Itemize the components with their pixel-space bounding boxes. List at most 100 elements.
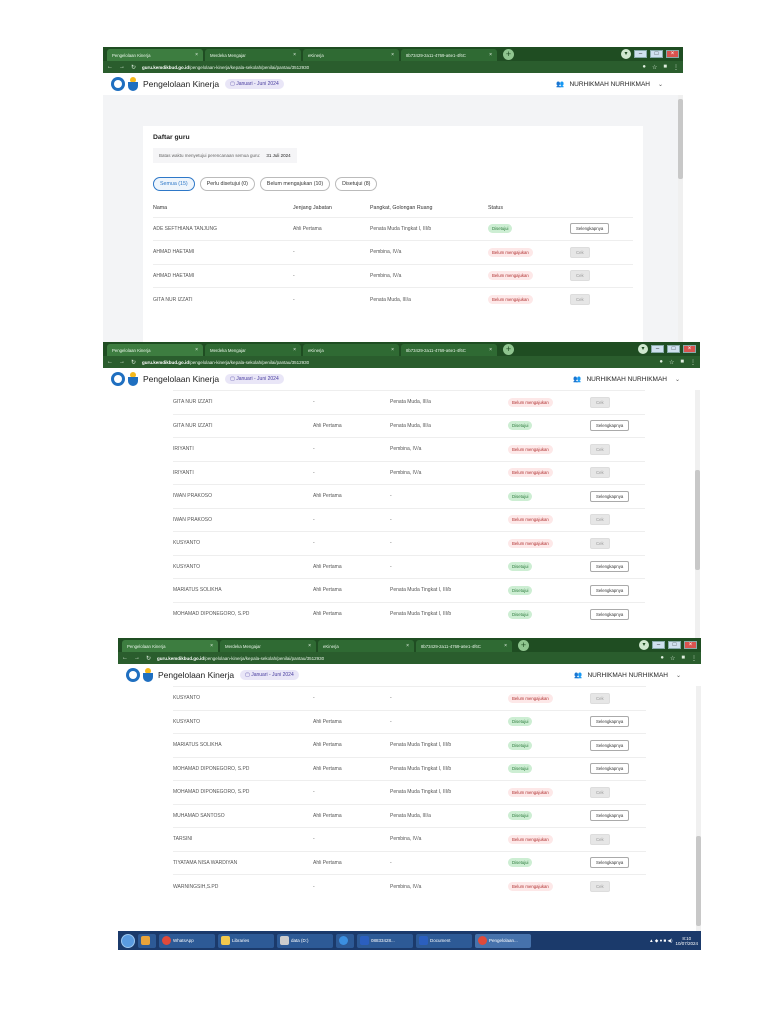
taskbar-item[interactable] xyxy=(336,933,354,948)
user-menu[interactable]: 👥 NURHIKMAH NURHIKMAH ⌄ xyxy=(573,375,680,384)
close-icon[interactable]: × xyxy=(489,347,492,353)
close-icon[interactable]: × xyxy=(210,643,213,649)
check-button[interactable]: Cek xyxy=(590,833,610,845)
detail-button[interactable]: Selengkapnya xyxy=(590,716,630,728)
filter-approved[interactable]: Disetujui (8) xyxy=(335,177,378,191)
filter-all[interactable]: Semua (15) xyxy=(153,177,195,191)
check-button[interactable]: Cek xyxy=(590,443,610,455)
check-button[interactable]: Cek xyxy=(570,270,590,282)
user-menu[interactable]: 👥 NURHIKMAH NURHIKMAH ⌄ xyxy=(574,671,681,680)
minimize-button[interactable]: – xyxy=(651,345,664,353)
detail-button[interactable]: Selengkapnya xyxy=(590,810,630,822)
close-icon[interactable]: × xyxy=(293,347,296,353)
check-button[interactable]: Cek xyxy=(590,537,610,549)
browser-tab[interactable]: 8b73429-2a11-4769-a6e1-4f6C × xyxy=(401,49,497,61)
close-icon[interactable]: × xyxy=(195,347,198,353)
period-badge[interactable]: ▢ Januari - Juni 2024 xyxy=(225,374,284,384)
taskbar-item[interactable]: WhatsApp xyxy=(159,933,215,948)
maximize-button[interactable]: □ xyxy=(668,641,681,649)
check-button[interactable]: Cek xyxy=(570,246,590,258)
forward-icon[interactable]: → xyxy=(119,64,125,70)
detail-button[interactable]: Selengkapnya xyxy=(590,584,630,596)
browser-tab[interactable]: Pengelolaan Kinerja × xyxy=(107,49,203,61)
back-icon[interactable]: ← xyxy=(107,64,113,70)
detail-button[interactable]: Selengkapnya xyxy=(590,763,630,775)
taskbar-item[interactable]: Libraries xyxy=(218,933,274,948)
close-icon[interactable]: × xyxy=(391,347,394,353)
close-icon[interactable]: × xyxy=(504,643,507,649)
period-badge[interactable]: ▢ Januari - Juni 2024 xyxy=(225,79,284,89)
maximize-button[interactable]: □ xyxy=(650,50,663,58)
close-window-button[interactable]: × xyxy=(666,50,679,58)
detail-button[interactable]: Selengkapnya xyxy=(590,490,630,502)
scrollbar[interactable] xyxy=(696,686,701,931)
maximize-button[interactable]: □ xyxy=(667,345,680,353)
check-button[interactable]: Cek xyxy=(590,692,610,704)
url-field[interactable]: guru.kemdikbud.go.id/pengelolaan-kinerja… xyxy=(142,65,636,70)
close-window-button[interactable]: × xyxy=(683,345,696,353)
forward-icon[interactable]: → xyxy=(134,655,140,661)
minimize-button[interactable]: – xyxy=(634,50,647,58)
new-tab-button[interactable]: + xyxy=(503,344,514,355)
extensions-icon[interactable]: ■ xyxy=(663,64,667,71)
chevron-down-icon[interactable]: ▾ xyxy=(621,49,631,59)
minimize-button[interactable]: – xyxy=(652,641,665,649)
check-button[interactable]: Cek xyxy=(570,294,590,305)
chevron-down-icon[interactable]: ▾ xyxy=(639,640,649,650)
detail-button[interactable]: Selengkapnya xyxy=(590,420,630,432)
eye-icon[interactable]: ● xyxy=(659,359,663,366)
menu-icon[interactable]: ⋮ xyxy=(691,655,697,662)
close-icon[interactable]: × xyxy=(489,52,492,58)
browser-tab[interactable]: 8b73429-2a11-4769-a6e1-4f6C × xyxy=(401,344,497,356)
browser-tab[interactable]: 8b73429-2a11-4769-a6e1-4f6C × xyxy=(416,640,512,652)
period-badge[interactable]: ▢ Januari - Juni 2024 xyxy=(240,670,299,680)
check-button[interactable]: Cek xyxy=(590,396,610,408)
browser-tab[interactable]: eKinerja × xyxy=(303,49,399,61)
star-icon[interactable]: ☆ xyxy=(669,359,674,366)
taskbar-item[interactable] xyxy=(138,933,156,948)
close-icon[interactable]: × xyxy=(308,643,311,649)
taskbar-item[interactable]: Document xyxy=(416,933,472,948)
browser-tab[interactable]: Pengelolaan Kinerja × xyxy=(107,344,203,356)
menu-icon[interactable]: ⋮ xyxy=(690,359,696,366)
menu-icon[interactable]: ⋮ xyxy=(673,64,679,71)
check-button[interactable]: Cek xyxy=(590,467,610,479)
browser-tab[interactable]: Merdeka Mengajar × xyxy=(205,344,301,356)
close-window-button[interactable]: × xyxy=(684,641,697,649)
eye-icon[interactable]: ● xyxy=(642,64,646,71)
close-icon[interactable]: × xyxy=(406,643,409,649)
scrollbar[interactable] xyxy=(678,95,683,343)
reload-icon[interactable]: ↻ xyxy=(131,64,136,71)
detail-button[interactable]: Selengkapnya xyxy=(590,739,630,751)
new-tab-button[interactable]: + xyxy=(518,640,529,651)
chevron-down-icon[interactable]: ▾ xyxy=(638,344,648,354)
check-button[interactable]: Cek xyxy=(590,881,610,892)
detail-button[interactable]: Selengkapnya xyxy=(590,608,630,620)
scrollbar[interactable] xyxy=(695,390,700,638)
browser-tab[interactable]: Merdeka Mengajar × xyxy=(220,640,316,652)
browser-tab[interactable]: Pengelolaan Kinerja × xyxy=(122,640,218,652)
back-icon[interactable]: ← xyxy=(107,359,113,365)
taskbar-item[interactable]: Pengelolaan... xyxy=(475,933,531,948)
url-field[interactable]: guru.kemdikbud.go.id/pengelolaan-kinerja… xyxy=(157,656,654,661)
start-button[interactable] xyxy=(121,933,135,948)
url-field[interactable]: guru.kemdikbud.go.id/pengelolaan-kinerja… xyxy=(142,360,653,365)
new-tab-button[interactable]: + xyxy=(503,49,514,60)
detail-button[interactable]: Selengkapnya xyxy=(590,561,630,573)
check-button[interactable]: Cek xyxy=(590,514,610,526)
browser-tab[interactable]: Merdeka Mengajar × xyxy=(205,49,301,61)
filter-need-approval[interactable]: Perlu disetujui (0) xyxy=(199,177,255,191)
extensions-icon[interactable]: ■ xyxy=(681,655,685,662)
back-icon[interactable]: ← xyxy=(122,655,128,661)
extensions-icon[interactable]: ■ xyxy=(680,359,684,366)
detail-button[interactable]: Selengkapnya xyxy=(590,857,630,869)
close-icon[interactable]: × xyxy=(391,52,394,58)
user-menu[interactable]: 👥 NURHIKMAH NURHIKMAH ⌄ xyxy=(556,80,663,89)
eye-icon[interactable]: ● xyxy=(660,655,664,662)
taskbar-item[interactable]: 08833428... xyxy=(357,933,413,948)
tray-icons[interactable]: ▲ ◆ ● ■ ◀) xyxy=(649,938,672,944)
check-button[interactable]: Cek xyxy=(590,786,610,798)
detail-button[interactable]: Selengkapnya xyxy=(570,223,610,235)
browser-tab[interactable]: eKinerja × xyxy=(303,344,399,356)
close-icon[interactable]: × xyxy=(195,52,198,58)
